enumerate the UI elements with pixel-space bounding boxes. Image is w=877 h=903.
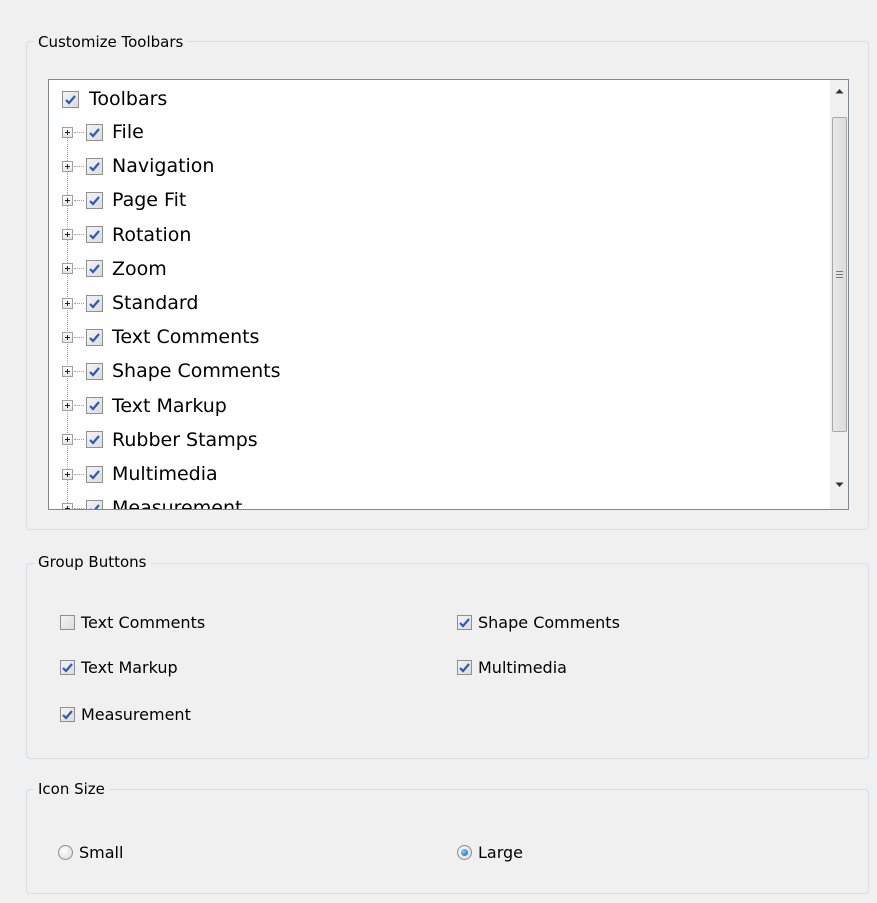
- group-measurement-label: Measurement: [81, 705, 191, 724]
- tree-item[interactable]: File: [62, 115, 144, 149]
- tree-item-checkbox[interactable]: [86, 499, 103, 509]
- tree-item[interactable]: Navigation: [62, 149, 214, 183]
- tree-item-label: Page Fit: [112, 189, 187, 212]
- group-text-markup-label: Text Markup: [81, 658, 178, 677]
- tree-connector: [74, 473, 84, 475]
- tree-item-label: Standard: [112, 292, 199, 314]
- tree-connector: [74, 405, 84, 407]
- tree-item-checkbox[interactable]: [86, 465, 103, 483]
- tree-item-checkbox[interactable]: [86, 191, 103, 209]
- tree-item-checkbox[interactable]: [86, 362, 103, 380]
- expand-plus-icon[interactable]: [62, 434, 73, 446]
- tree-item-checkbox[interactable]: [86, 157, 103, 175]
- group-text-comments-option[interactable]: Text Comments: [60, 613, 205, 632]
- group-shape-comments-label: Shape Comments: [478, 613, 620, 632]
- group-multimedia-label: Multimedia: [478, 658, 567, 677]
- expand-plus-icon[interactable]: [62, 468, 73, 480]
- expand-plus-icon[interactable]: [62, 297, 73, 309]
- tree-connector: [74, 336, 84, 338]
- tree-connector: [74, 507, 84, 509]
- tree-item-checkbox[interactable]: [86, 397, 103, 415]
- grip-icon: [836, 274, 843, 275]
- tree-item[interactable]: Shape Comments: [62, 354, 281, 388]
- tree-connector: [74, 302, 84, 304]
- group-multimedia-checkbox[interactable]: [457, 660, 472, 675]
- tree-item[interactable]: Multimedia: [62, 457, 218, 491]
- group-measurement-checkbox[interactable]: [60, 707, 75, 722]
- icon-size-small-label: Small: [79, 843, 124, 862]
- group-shape-comments-option[interactable]: Shape Comments: [457, 613, 620, 632]
- icon-size-legend: Icon Size: [34, 780, 109, 798]
- group-shape-comments-checkbox[interactable]: [457, 615, 472, 630]
- tree-item[interactable]: Measurement: [62, 491, 243, 510]
- scroll-up-arrow-icon[interactable]: [831, 82, 848, 99]
- tree-item-checkbox[interactable]: [86, 226, 103, 244]
- tree-item-checkbox[interactable]: [86, 431, 103, 449]
- toolbars-tree[interactable]: Toolbars File Navigation Page Fit Rotation Z…: [48, 79, 849, 510]
- expand-plus-icon[interactable]: [62, 160, 73, 172]
- tree-item[interactable]: Rubber Stamps: [62, 423, 258, 457]
- tree-item-label: Zoom: [112, 257, 167, 280]
- tree-item-label: Multimedia: [112, 463, 218, 485]
- group-text-comments-label: Text Comments: [81, 613, 206, 632]
- tree-connector: [74, 131, 84, 133]
- icon-size-large-radio[interactable]: [457, 845, 472, 860]
- tree-item[interactable]: Standard: [62, 286, 198, 320]
- tree-item-label: Rotation: [112, 223, 192, 246]
- expand-plus-icon[interactable]: [62, 194, 73, 206]
- group-text-markup-option[interactable]: Text Markup: [60, 658, 178, 677]
- tree-item-checkbox[interactable]: [86, 123, 103, 141]
- tree-item[interactable]: Text Comments: [62, 320, 259, 354]
- expand-plus-icon[interactable]: [62, 126, 73, 138]
- scroll-down-arrow-icon[interactable]: [831, 476, 848, 493]
- tree-root-label: Toolbars: [89, 88, 168, 110]
- expand-plus-icon[interactable]: [62, 229, 73, 241]
- tree-root[interactable]: Toolbars: [62, 82, 167, 116]
- tree-item[interactable]: Text Markup: [62, 389, 227, 423]
- tree-connector: [74, 199, 84, 201]
- tree-connector: [74, 370, 84, 372]
- tree-item-label: Rubber Stamps: [112, 428, 258, 451]
- group-measurement-option[interactable]: Measurement: [60, 705, 191, 724]
- tree-connector: [74, 439, 84, 441]
- expand-plus-icon[interactable]: [62, 365, 73, 377]
- icon-size-small-radio[interactable]: [58, 845, 73, 860]
- tree-item-label: Text Comments: [112, 326, 260, 349]
- group-buttons-legend: Group Buttons: [34, 553, 151, 571]
- icon-size-large-label: Large: [478, 843, 524, 862]
- toolbars-checkbox[interactable]: [62, 90, 79, 108]
- tree-item-label: Text Markup: [112, 394, 227, 417]
- icon-size-group: [26, 789, 869, 894]
- tree-item-label: File: [112, 121, 144, 143]
- tree-item-checkbox[interactable]: [86, 328, 103, 346]
- tree-connector: [74, 234, 84, 236]
- group-text-comments-checkbox[interactable]: [60, 615, 75, 630]
- icon-size-small-option[interactable]: Small: [58, 843, 123, 862]
- tree-scrollbar[interactable]: [830, 80, 848, 509]
- tree-connector: [74, 165, 84, 167]
- tree-item[interactable]: Rotation: [62, 218, 191, 252]
- tree-connector: [74, 268, 84, 270]
- icon-size-large-option[interactable]: Large: [457, 843, 523, 862]
- tree-item-label: Shape Comments: [112, 360, 281, 383]
- group-multimedia-option[interactable]: Multimedia: [457, 658, 567, 677]
- expand-plus-icon[interactable]: [62, 263, 73, 275]
- expand-plus-icon[interactable]: [62, 502, 73, 509]
- tree-item[interactable]: Zoom: [62, 252, 167, 286]
- scrollbar-thumb[interactable]: [832, 117, 847, 432]
- tree-item-label: Navigation: [112, 155, 215, 178]
- tree-item-label: Measurement: [112, 497, 243, 510]
- customize-toolbars-legend: Customize Toolbars: [34, 33, 188, 51]
- tree-item-checkbox[interactable]: [86, 294, 103, 312]
- group-text-markup-checkbox[interactable]: [60, 660, 75, 675]
- expand-plus-icon[interactable]: [62, 331, 73, 343]
- expand-plus-icon[interactable]: [62, 400, 73, 412]
- tree-item-checkbox[interactable]: [86, 260, 103, 278]
- tree-item[interactable]: Page Fit: [62, 183, 186, 217]
